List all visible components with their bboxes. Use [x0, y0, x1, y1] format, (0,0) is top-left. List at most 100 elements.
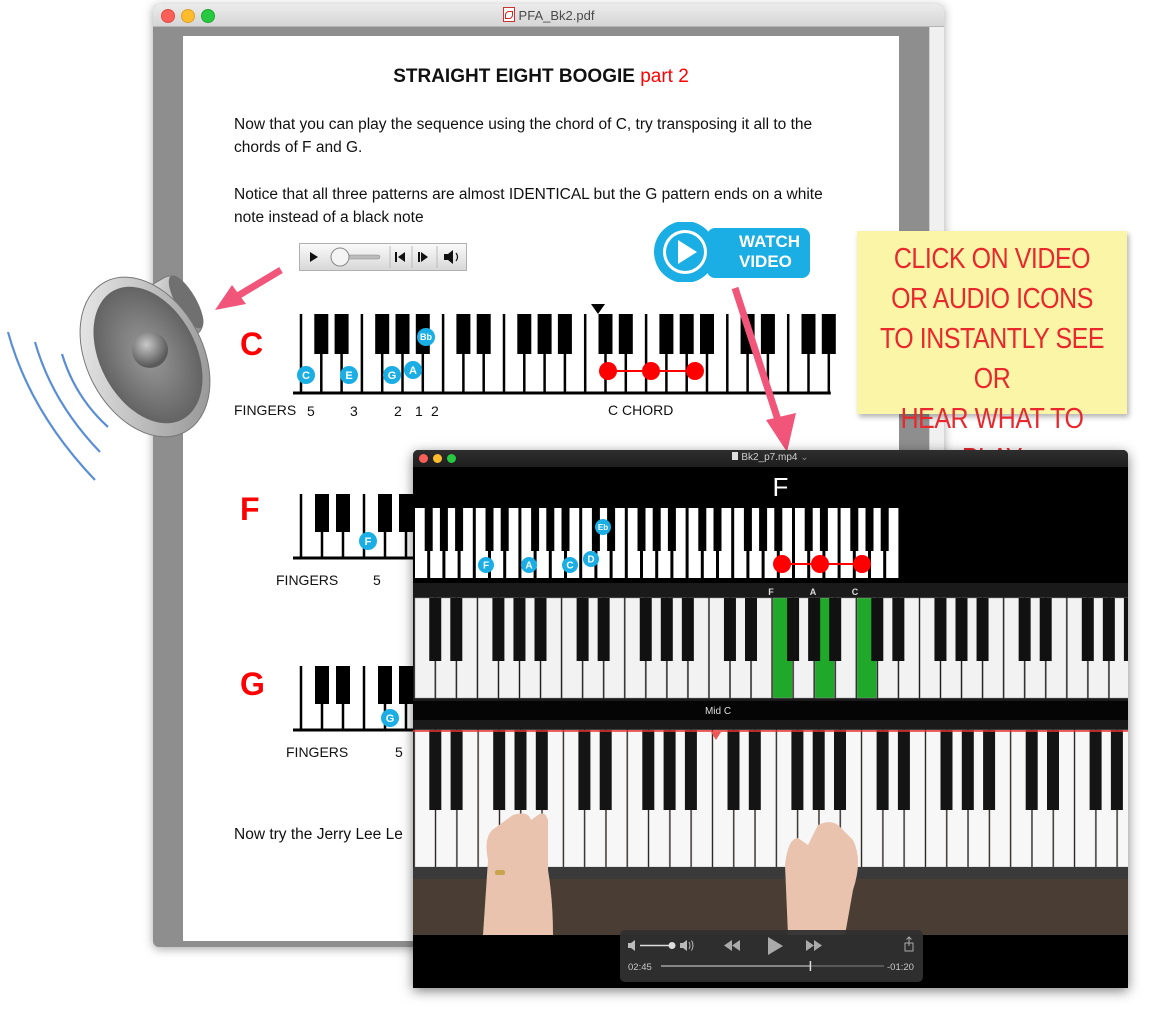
piano-black-key — [727, 730, 740, 810]
black-key — [1081, 598, 1094, 661]
black-key — [455, 508, 464, 551]
volume-low-icon — [628, 940, 635, 951]
piano-black-key — [599, 730, 612, 810]
fast-forward-button[interactable] — [806, 940, 822, 951]
finger-number: 5 — [373, 572, 381, 588]
black-key — [637, 508, 646, 551]
piano-black-key — [748, 730, 761, 810]
piano-black-key — [1110, 730, 1123, 810]
black-key — [850, 508, 859, 551]
black-key — [476, 314, 491, 354]
finger-number: 1 — [415, 403, 423, 419]
black-key — [713, 508, 722, 551]
black-key — [740, 314, 755, 354]
black-key — [500, 508, 509, 551]
black-key — [513, 598, 526, 661]
chord-letter-g: G — [240, 666, 265, 702]
black-key — [561, 508, 570, 551]
black-key — [659, 314, 674, 354]
left-hand — [483, 813, 553, 935]
rewind-button[interactable] — [724, 940, 740, 951]
piano-black-key — [1025, 730, 1038, 810]
black-key — [399, 666, 413, 704]
black-key — [679, 314, 694, 354]
black-key — [700, 314, 714, 354]
middle-c-marker — [591, 304, 605, 314]
black-key — [801, 314, 816, 354]
black-key — [378, 666, 392, 704]
note-line: CLICK ON VIDEO — [893, 243, 1091, 275]
piano-fallboard — [413, 720, 1128, 730]
note-line: OR AUDIO ICONS — [891, 283, 1093, 315]
black-key — [315, 666, 329, 704]
piano-black-key — [791, 730, 804, 810]
keyboard-c: C E G A Bb — [293, 304, 836, 395]
chord-dot — [811, 555, 829, 573]
video-piano-footage — [413, 720, 1128, 935]
video-title[interactable]: Bk2_p7.mp4 ⌄ — [413, 452, 1128, 463]
fingers-label-c: FINGERS — [234, 402, 297, 418]
progress-bar[interactable] — [661, 961, 884, 971]
finger-number: 2 — [394, 403, 402, 419]
fingers-label-f: FINGERS — [276, 572, 339, 588]
black-key — [456, 314, 471, 354]
watch-video-button[interactable]: WATCH VIDEO — [652, 222, 812, 282]
c-chord-label: C CHORD — [608, 402, 674, 418]
play-icon[interactable] — [310, 252, 318, 262]
black-key — [639, 598, 652, 661]
pdf-file-icon — [502, 7, 515, 22]
volume-icon[interactable] — [444, 250, 459, 264]
piano-black-key — [983, 730, 996, 810]
play-button[interactable] — [768, 937, 783, 955]
mid-c-bar — [413, 701, 1128, 721]
page-title: STRAIGHT EIGHT BOOGIE part 2 — [183, 66, 899, 88]
wedding-ring — [495, 870, 505, 875]
video-controls: 02:45 -01:20 — [620, 930, 923, 982]
video-player-window: Bk2_p7.mp4 ⌄ F F A C D Eb F A C Mid C 02:45 -01… — [413, 450, 1128, 988]
black-key — [334, 314, 349, 354]
black-key — [598, 314, 613, 354]
black-key — [618, 314, 633, 354]
black-key — [804, 508, 813, 551]
black-key — [821, 314, 836, 354]
audio-scrubber[interactable] — [330, 247, 381, 267]
black-key — [450, 598, 463, 661]
piano-black-key — [1089, 730, 1102, 810]
note-label: G — [388, 370, 397, 382]
note-label: D — [587, 555, 594, 566]
piano-black-key — [1047, 730, 1059, 810]
volume-slider[interactable] — [640, 942, 676, 949]
keyboard-f: F — [293, 494, 433, 560]
black-key — [774, 508, 783, 551]
piano-black-key — [940, 730, 953, 810]
piano-black-key — [897, 730, 910, 810]
chord-dot — [853, 555, 871, 573]
black-key — [336, 494, 350, 532]
black-key — [375, 314, 390, 354]
black-key — [743, 508, 752, 551]
black-key — [439, 508, 448, 551]
step-forward-icon[interactable] — [418, 252, 428, 262]
note-label: A — [525, 561, 532, 572]
video-title-bar: Bk2_p7.mp4 ⌄ — [413, 450, 1128, 467]
black-key — [808, 598, 821, 661]
black-key — [698, 508, 707, 551]
watch-video-label: WATCH VIDEO — [739, 232, 801, 271]
black-key — [534, 598, 547, 661]
note-label: A — [409, 365, 417, 377]
black-key — [652, 508, 661, 551]
black-key — [829, 598, 842, 661]
window-title-text: PFA_Bk2.pdf — [518, 8, 595, 23]
step-back-icon[interactable] — [395, 252, 405, 262]
speaker-audio-icon[interactable] — [0, 262, 230, 492]
black-key — [537, 314, 552, 354]
key-letter-label: F — [768, 587, 774, 597]
mid-c-label: Mid C — [705, 706, 731, 717]
chord-dot — [642, 362, 660, 380]
piano-black-key — [493, 730, 506, 810]
black-key — [424, 508, 433, 551]
chord-dot — [599, 362, 617, 380]
finger-number: 5 — [307, 403, 315, 419]
black-key — [723, 598, 736, 661]
share-icon[interactable] — [904, 936, 914, 952]
